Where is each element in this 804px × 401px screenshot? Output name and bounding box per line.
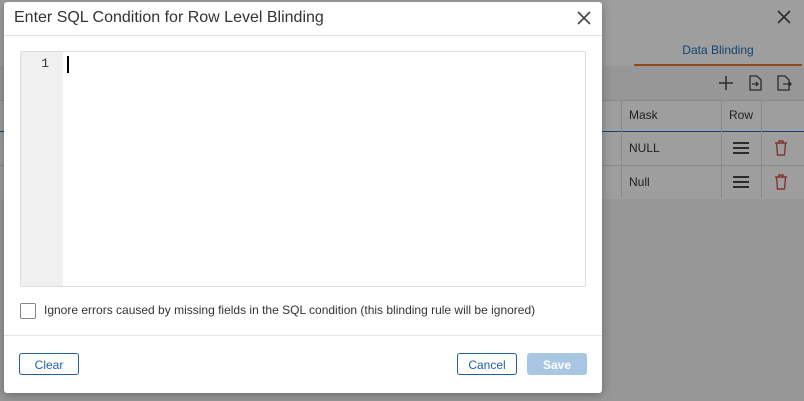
sql-editor[interactable]: 1 <box>20 51 586 287</box>
close-icon[interactable] <box>776 9 792 25</box>
import-icon[interactable] <box>746 74 764 92</box>
column-divider <box>621 100 622 198</box>
menu-icon[interactable] <box>733 142 749 154</box>
ignore-errors-checkbox[interactable] <box>20 303 36 319</box>
menu-icon[interactable] <box>733 176 749 188</box>
mask-cell: Null <box>629 175 650 189</box>
save-button[interactable]: Save <box>527 353 587 375</box>
trash-icon[interactable] <box>774 140 788 156</box>
mask-cell: NULL <box>629 141 660 155</box>
column-divider <box>721 100 722 198</box>
close-icon[interactable] <box>576 10 592 26</box>
cancel-button[interactable]: Cancel <box>457 353 517 375</box>
trash-icon[interactable] <box>774 174 788 190</box>
sql-condition-dialog: Enter SQL Condition for Row Level Blindi… <box>4 2 602 393</box>
clear-button[interactable]: Clear <box>19 353 79 375</box>
text-cursor <box>67 56 69 73</box>
tab-data-blinding[interactable]: Data Blinding <box>634 36 802 66</box>
column-header-row: Row <box>729 108 754 122</box>
dialog-title: Enter SQL Condition for Row Level Blindi… <box>14 9 324 26</box>
line-number: 1 <box>41 56 49 71</box>
export-icon[interactable] <box>774 74 792 92</box>
editor-gutter: 1 <box>21 52 63 286</box>
header-divider <box>4 35 602 36</box>
column-divider <box>761 100 762 198</box>
add-icon[interactable] <box>717 74 735 92</box>
footer-divider <box>4 335 602 336</box>
column-header-mask: Mask <box>629 108 658 122</box>
ignore-errors-label: Ignore errors caused by missing fields i… <box>44 303 536 317</box>
